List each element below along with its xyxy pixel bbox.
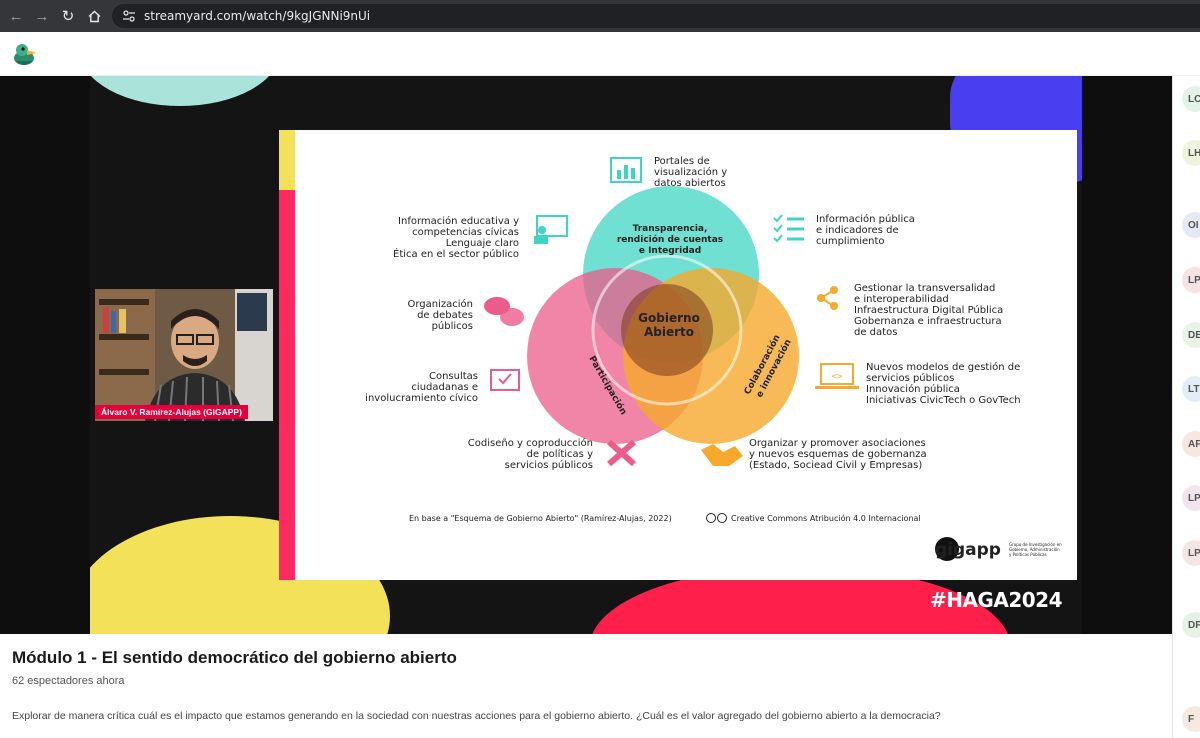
- share-icon: [817, 286, 838, 310]
- tools-icon: [607, 439, 636, 467]
- checklist-icon: [773, 214, 804, 243]
- presentation-slide: Gobierno Abierto Transparencia, rendició…: [279, 130, 1077, 580]
- handshake-icon: [701, 444, 743, 466]
- home-icon[interactable]: [81, 3, 107, 29]
- item-codiseno-1: Codiseño y coproducción: [468, 437, 593, 449]
- url-text: streamyard.com/watch/9kgJGNNi9nUi: [144, 9, 371, 23]
- circle-top-label-1: Transparencia,: [633, 224, 708, 234]
- item-modelos-4: Iniciativas CivicTech o GovTech: [866, 395, 1021, 406]
- app-header: [0, 32, 1200, 76]
- back-icon[interactable]: ←: [3, 3, 29, 29]
- slide-accent-strip: [279, 130, 295, 580]
- item-transversal-4: Gobernanza e infraestructura: [854, 316, 1002, 327]
- broadcast-canvas: Gobierno Abierto Transparencia, rendició…: [90, 76, 1082, 634]
- viewer-avatar[interactable]: AF: [1182, 431, 1200, 457]
- item-transversal-2: e interoperabilidad: [854, 294, 949, 305]
- viewer-avatar[interactable]: F: [1182, 706, 1200, 732]
- item-codiseno-2: de políticas y: [527, 448, 593, 460]
- viewer-count: 62 espectadores ahora: [12, 675, 125, 687]
- item-asociaciones-1: Organizar y promover asociaciones: [749, 438, 926, 449]
- item-debates-1: Organización: [407, 298, 473, 310]
- slide-accent-yellow: [279, 130, 295, 190]
- viewer-avatar[interactable]: LC: [1182, 86, 1200, 112]
- laptop-code-icon: <>: [815, 363, 859, 389]
- viewer-avatar[interactable]: DE: [1182, 322, 1200, 348]
- item-modelos-1: Nuevos modelos de gestión de: [866, 361, 1020, 373]
- decor-blob-teal: [90, 76, 280, 106]
- cc-icon: [706, 513, 716, 523]
- reload-icon[interactable]: ↻: [55, 3, 81, 29]
- circle-top-label-3: e Integridad: [639, 246, 701, 256]
- speaker-name-tag: Álvaro V. Ramírez-Alujas (GIGAPP): [95, 405, 248, 419]
- item-educativa-4: Ética en el sector público: [393, 247, 519, 260]
- chat-bubbles-icon: [484, 297, 524, 326]
- speaker-camera: Álvaro V. Ramírez-Alujas (GIGAPP): [95, 289, 273, 421]
- item-modelos-2: servicios públicos: [866, 372, 954, 384]
- event-hashtag: #HAGA2024: [929, 588, 1063, 612]
- vote-icon: [490, 369, 520, 391]
- gigapp-logo-text: gigapp: [935, 540, 1001, 560]
- item-consultas-3: involucramiento cívico: [365, 392, 478, 404]
- stream-description: Explorar de manera crítica cuál es el im…: [12, 710, 941, 722]
- address-bar[interactable]: streamyard.com/watch/9kgJGNNi9nUi: [112, 4, 1200, 28]
- viewer-avatar[interactable]: LH: [1182, 140, 1200, 166]
- item-asociaciones-2: y nuevos esquemas de gobernanza: [749, 449, 927, 460]
- item-transversal-3: Infraestructura Digital Pública: [854, 304, 1003, 316]
- viewer-avatar[interactable]: LP: [1182, 485, 1200, 511]
- viewer-avatar[interactable]: OI: [1182, 212, 1200, 238]
- presenter-icon: [534, 215, 568, 244]
- item-consultas-1: Consultas: [429, 371, 478, 382]
- viewer-avatar[interactable]: LP: [1182, 267, 1200, 293]
- item-portales-2: visualización y: [654, 166, 727, 178]
- item-educativa-2: competencias cívicas: [412, 226, 519, 238]
- viewer-avatar[interactable]: LT: [1182, 376, 1200, 402]
- attribution-icon: [717, 513, 727, 523]
- item-consultas-2: ciudadanas e: [411, 382, 478, 393]
- slide-footer-source: En base a "Esquema de Gobierno Abierto" …: [409, 514, 672, 523]
- chart-icon: [610, 157, 642, 183]
- item-transversal-1: Gestionar la transversalidad: [854, 283, 995, 294]
- stream-title: Módulo 1 - El sentido democrático del go…: [12, 648, 457, 667]
- gigapp-logo: gigapp Grupo de Investigación en Gobiern…: [935, 537, 1062, 561]
- forward-icon[interactable]: →: [29, 3, 55, 29]
- item-publica-1: Información pública: [816, 213, 915, 225]
- viewer-sidebar: LC LH OI LP DE LT AF LP LP DP F: [1172, 76, 1200, 738]
- circle-top-label-2: rendición de cuentas: [617, 234, 723, 245]
- item-debates-3: públicos: [432, 320, 473, 332]
- item-portales-3: datos abiertos: [654, 178, 726, 189]
- item-modelos-3: Innovación pública: [866, 383, 960, 395]
- item-publica-2: e indicadores de: [816, 225, 899, 236]
- item-debates-2: de debates: [417, 310, 473, 321]
- center-label-1: Gobierno: [638, 311, 700, 325]
- item-educativa-3: Lenguaje claro: [446, 238, 519, 249]
- svg-text:<>: <>: [832, 372, 843, 382]
- slide-footer-license: Creative Commons Atribución 4.0 Internac…: [731, 513, 921, 523]
- browser-toolbar: ← → ↻ streamyard.com/watch/9kgJGNNi9nUi: [0, 0, 1200, 32]
- item-educativa-1: Información educativa y: [398, 215, 519, 227]
- item-portales-1: Portales de: [654, 156, 710, 167]
- item-asociaciones-3: (Estado, Sociead Civil y Empresas): [749, 460, 922, 471]
- gobierno-abierto-diagram: Gobierno Abierto Transparencia, rendició…: [279, 130, 1062, 580]
- item-publica-3: cumplimiento: [816, 236, 885, 247]
- viewer-avatar[interactable]: DP: [1182, 612, 1200, 638]
- viewer-avatar[interactable]: LP: [1182, 540, 1200, 566]
- center-label-2: Abierto: [644, 325, 694, 339]
- item-transversal-5: de datos: [854, 327, 897, 338]
- item-codiseno-3: servicios públicos: [505, 459, 593, 471]
- site-settings-icon[interactable]: [122, 9, 136, 23]
- speaker-video-icon: [95, 289, 273, 421]
- video-player[interactable]: Gobierno Abierto Transparencia, rendició…: [0, 76, 1172, 634]
- gigapp-sub-3: y Políticas Públicas: [1009, 552, 1047, 557]
- streamyard-logo-icon[interactable]: [11, 41, 39, 69]
